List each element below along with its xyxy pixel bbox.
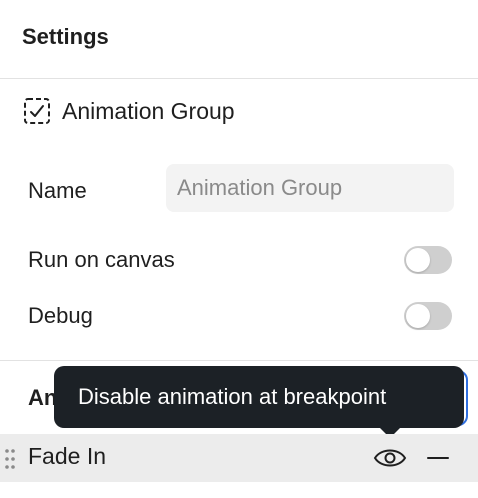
panel-title: Settings [22,24,109,49]
animation-group-header: Animation Group [22,96,235,126]
debug-label: Debug [28,303,93,328]
run-on-canvas-toggle[interactable] [404,246,452,274]
animation-group-icon [24,98,50,124]
name-input[interactable] [166,164,454,212]
animation-group-title: Animation Group [62,97,235,124]
toggle-knob [406,248,430,272]
header-divider [0,78,478,79]
eye-icon[interactable] [372,444,408,472]
run-on-canvas-label: Run on canvas [28,247,175,272]
tooltip: Disable animation at breakpoint [54,366,464,428]
section-divider [0,360,478,361]
animation-list-item[interactable]: Fade In [0,434,478,482]
minus-icon[interactable] [424,444,452,472]
name-label: Name [28,178,87,203]
animation-name: Fade In [28,443,106,469]
toggle-knob [406,304,430,328]
tooltip-text: Disable animation at breakpoint [78,384,387,409]
debug-toggle[interactable] [404,302,452,330]
drag-handle-icon[interactable] [4,448,16,470]
